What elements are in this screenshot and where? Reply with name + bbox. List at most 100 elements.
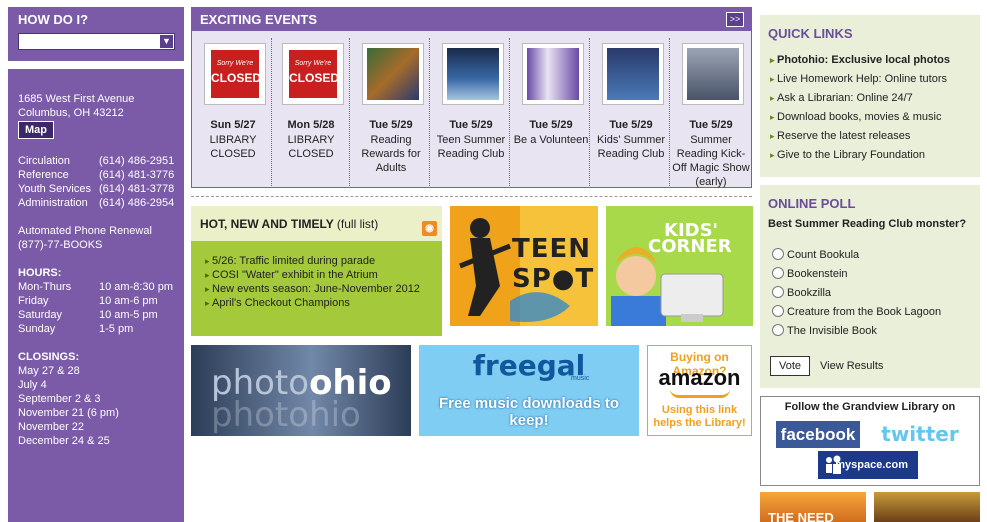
myspace-people-icon [826, 455, 841, 474]
chevron-down-icon[interactable]: ▼ [160, 35, 173, 48]
event-title[interactable]: Summer Reading Kick-Off Magic Show (earl… [672, 133, 750, 189]
event-title[interactable]: Teen Summer Reading Club [432, 133, 510, 161]
poll-title: ONLINE POLL [768, 196, 856, 211]
radio-button[interactable] [772, 248, 784, 260]
event-title[interactable]: Reading Rewards for Adults [352, 133, 430, 175]
closing-date: November 21 (6 pm) [18, 407, 119, 419]
hours-days: Mon-Thurs [18, 281, 72, 293]
renewal-number: (877)-77-BOOKS [18, 239, 103, 251]
kids-corner-banner[interactable]: KIDS' CORNER [606, 206, 753, 326]
closed-sign-icon[interactable]: Sorry We're CLOSED [282, 43, 344, 105]
event-divider [349, 38, 350, 188]
follow-social-panel: Follow the Grandview Library on facebook… [760, 396, 980, 486]
photohio-banner[interactable]: photoohio photohio [191, 345, 411, 436]
poll-option[interactable]: Creature from the Book Lagoon [772, 305, 941, 318]
quick-links-panel: QUICK LINKS Photohio: Exclusive local ph… [760, 15, 980, 177]
event-date: Tue 5/29 [689, 119, 733, 131]
quick-link[interactable]: Photohio: Exclusive local photos [770, 51, 950, 70]
the-need-banner[interactable]: THE NEED [760, 492, 866, 522]
closed-sign-icon[interactable]: Sorry We're CLOSED [204, 43, 266, 105]
map-button[interactable]: Map [18, 121, 54, 139]
quick-link[interactable]: Live Homework Help: Online tutors [770, 70, 950, 89]
kid-at-computer-art [611, 247, 724, 326]
event-item[interactable]: Tue 5/29 Summer Reading Kick-Off Magic S… [672, 38, 750, 188]
phone-number: (614) 481-3778 [99, 183, 175, 195]
hot-title-text: HOT, NEW AND TIMELY [200, 217, 334, 231]
hours-days: Saturday [18, 309, 63, 321]
poll-option[interactable]: Bookenstein [772, 267, 848, 280]
event-date: Tue 5/29 [609, 119, 653, 131]
event-divider [429, 38, 430, 188]
events-next-button[interactable]: >> [726, 12, 744, 27]
amazon-banner[interactable]: Buying on Amazon? amazon Using this link… [647, 345, 752, 436]
crown-banner[interactable] [874, 492, 980, 522]
list-item[interactable]: New events season: June-November 2012 [205, 282, 420, 296]
event-item[interactable]: Sorry We're CLOSED Mon 5/28 LIBRARY CLOSE… [272, 38, 350, 188]
quick-link[interactable]: Give to the Library Foundation [770, 146, 950, 165]
poll-option-label: Bookzilla [787, 287, 832, 299]
twitter-button[interactable]: twitter [874, 421, 966, 448]
library-info-sidebar: 1685 West First Avenue Columbus, OH 4321… [8, 69, 184, 522]
own-the-night-image[interactable] [442, 43, 504, 105]
amazon-smile-icon [670, 389, 730, 398]
full-list-link[interactable]: (full list) [337, 217, 378, 231]
view-results-link[interactable]: View Results [820, 360, 883, 372]
phone-number: (614) 486-2954 [99, 197, 175, 209]
quick-link[interactable]: Download books, movies & music [770, 108, 950, 127]
closed-sign-top: Sorry We're [294, 60, 332, 67]
freegal-music-label: music [571, 375, 590, 382]
poll-option[interactable]: Count Bookula [772, 248, 859, 261]
event-title[interactable]: Be a Volunteen [512, 133, 590, 147]
hot-list: 5/26: Traffic limited during parade COSI… [205, 254, 420, 310]
address-line-2: Columbus, OH 43212 [18, 107, 124, 119]
volunteen-silhouettes-image[interactable] [522, 43, 584, 105]
poll-option[interactable]: Bookzilla [772, 286, 831, 299]
list-item[interactable]: April's Checkout Champions [205, 296, 420, 310]
event-title[interactable]: LIBRARY CLOSED [272, 133, 350, 161]
between-the-covers-image[interactable] [362, 43, 424, 105]
list-item[interactable]: 5/26: Traffic limited during parade [205, 254, 420, 268]
magic-show-image[interactable] [682, 43, 744, 105]
event-date: Tue 5/29 [449, 119, 493, 131]
phone-label: Circulation [18, 155, 70, 167]
event-item[interactable]: Tue 5/29 Reading Rewards for Adults [352, 38, 430, 188]
freegal-banner[interactable]: freegal music Free music downloads to ke… [419, 345, 639, 436]
hours-days: Sunday [18, 323, 56, 335]
poll-option-label: Count Bookula [787, 249, 860, 261]
how-do-i-select[interactable]: ▼ [18, 33, 175, 50]
teen-spot-banner[interactable]: TEEN SP●T [450, 206, 598, 326]
amazon-logo: amazon [658, 365, 741, 390]
event-item[interactable]: Tue 5/29 Teen Summer Reading Club [432, 38, 510, 188]
event-item[interactable]: Tue 5/29 Be a Volunteen [512, 38, 590, 188]
quick-links-title: QUICK LINKS [768, 26, 853, 41]
radio-button[interactable] [772, 305, 784, 317]
event-title[interactable]: LIBRARY CLOSED [194, 133, 272, 161]
event-divider [509, 38, 510, 188]
poll-option-label: Creature from the Book Lagoon [787, 306, 942, 318]
vote-button[interactable]: Vote [770, 356, 810, 376]
poll-option[interactable]: The Invisible Book [772, 324, 877, 337]
radio-button[interactable] [772, 267, 784, 279]
facebook-button[interactable]: facebook [776, 421, 860, 448]
event-item[interactable]: Sorry We're CLOSED Sun 5/27 LIBRARY CLOSE… [194, 38, 272, 188]
radio-button[interactable] [772, 286, 784, 298]
quick-link[interactable]: Ask a Librarian: Online 24/7 [770, 89, 950, 108]
hours-time: 10 am-6 pm [99, 295, 158, 307]
event-title[interactable]: Kids' Summer Reading Club [592, 133, 670, 161]
radio-button[interactable] [772, 324, 784, 336]
rss-icon[interactable]: ◉ [422, 221, 437, 236]
photohio-reflection: photohio [211, 395, 361, 435]
phone-number: (614) 481-3776 [99, 169, 175, 181]
hours-time: 10 am-8:30 pm [99, 281, 173, 293]
how-do-i-title: HOW DO I? [18, 12, 89, 27]
events-header: EXCITING EVENTS >> [192, 8, 751, 31]
hot-new-timely-panel: HOT, NEW AND TIMELY (full list) ◉ 5/26: … [191, 206, 442, 336]
quick-link[interactable]: Reserve the latest releases [770, 127, 950, 146]
myspace-button[interactable]: myspace.com [818, 451, 918, 479]
hours-days: Friday [18, 295, 49, 307]
event-item[interactable]: Tue 5/29 Kids' Summer Reading Club [592, 38, 670, 188]
poll-question: Best Summer Reading Club monster? [768, 218, 967, 230]
closing-date: November 22 [18, 421, 85, 433]
dream-big-read-image[interactable] [602, 43, 664, 105]
list-item[interactable]: COSI "Water" exhibit in the Atrium [205, 268, 420, 282]
